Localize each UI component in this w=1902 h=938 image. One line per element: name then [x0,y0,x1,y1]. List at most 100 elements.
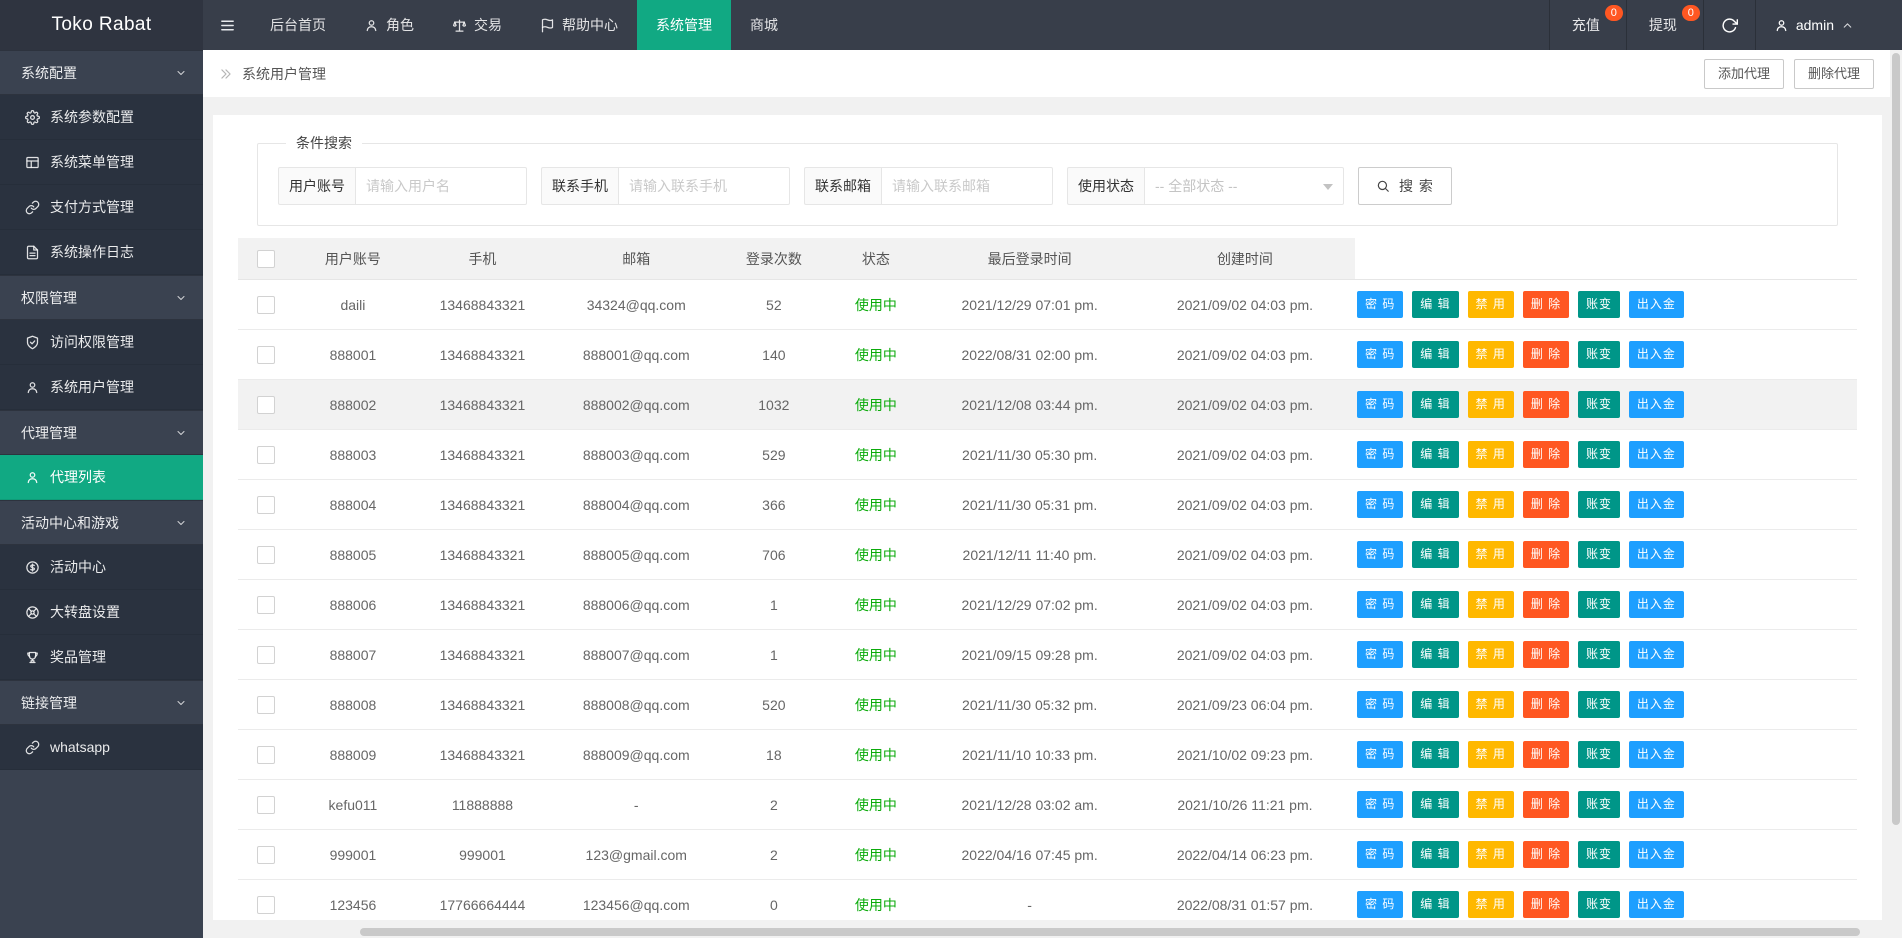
sidebar-item[interactable]: 系统菜单管理 [0,140,203,185]
status-select[interactable]: -- 全部状态 -- [1144,167,1344,205]
delete-button[interactable]: 删 除 [1523,791,1569,818]
password-button[interactable]: 密 码 [1357,441,1403,468]
password-button[interactable]: 密 码 [1357,391,1403,418]
edit-button[interactable]: 编 辑 [1412,641,1458,668]
password-button[interactable]: 密 码 [1357,891,1403,918]
edit-button[interactable]: 编 辑 [1412,291,1458,318]
password-button[interactable]: 密 码 [1357,691,1403,718]
password-button[interactable]: 密 码 [1357,541,1403,568]
funds-in-out-button[interactable]: 出入金 [1629,591,1684,618]
disable-button[interactable]: 禁 用 [1468,391,1514,418]
sidebar-item[interactable]: 系统配置 [0,50,203,95]
row-checkbox[interactable] [257,646,275,664]
sidebar-item[interactable]: 代理列表 [0,455,203,500]
funds-in-out-button[interactable]: 出入金 [1629,691,1684,718]
disable-button[interactable]: 禁 用 [1468,891,1514,918]
balance-change-button[interactable]: 账变 [1578,341,1620,368]
edit-button[interactable]: 编 辑 [1412,591,1458,618]
funds-in-out-button[interactable]: 出入金 [1629,541,1684,568]
edit-button[interactable]: 编 辑 [1412,441,1458,468]
edit-button[interactable]: 编 辑 [1412,391,1458,418]
row-checkbox[interactable] [257,446,275,464]
nav-item[interactable]: 后台首页 [251,0,345,50]
delete-button[interactable]: 删 除 [1523,891,1569,918]
row-checkbox[interactable] [257,746,275,764]
balance-change-button[interactable]: 账变 [1578,841,1620,868]
horizontal-scrollbar-thumb[interactable] [360,928,1860,936]
password-button[interactable]: 密 码 [1357,291,1403,318]
row-checkbox[interactable] [257,796,275,814]
delete-button[interactable]: 删 除 [1523,641,1569,668]
funds-in-out-button[interactable]: 出入金 [1629,841,1684,868]
password-button[interactable]: 密 码 [1357,841,1403,868]
funds-in-out-button[interactable]: 出入金 [1629,641,1684,668]
password-button[interactable]: 密 码 [1357,341,1403,368]
nav-item[interactable]: 帮助中心 [521,0,637,50]
funds-in-out-button[interactable]: 出入金 [1629,791,1684,818]
funds-in-out-button[interactable]: 出入金 [1629,291,1684,318]
select-all-checkbox[interactable] [257,250,275,268]
row-checkbox[interactable] [257,896,275,914]
disable-button[interactable]: 禁 用 [1468,741,1514,768]
disable-button[interactable]: 禁 用 [1468,291,1514,318]
sidebar-item[interactable]: 系统参数配置 [0,95,203,140]
sidebar-item[interactable]: 系统操作日志 [0,230,203,275]
sidebar-item[interactable]: 活动中心 [0,545,203,590]
row-checkbox[interactable] [257,696,275,714]
disable-button[interactable]: 禁 用 [1468,541,1514,568]
sidebar-item[interactable]: 活动中心和游戏 [0,500,203,545]
hamburger-menu-icon[interactable] [203,0,251,50]
sidebar-item[interactable]: 大转盘设置 [0,590,203,635]
edit-button[interactable]: 编 辑 [1412,691,1458,718]
delete-button[interactable]: 删 除 [1523,341,1569,368]
delete-button[interactable]: 删 除 [1523,741,1569,768]
row-checkbox[interactable] [257,496,275,514]
balance-change-button[interactable]: 账变 [1578,891,1620,918]
password-button[interactable]: 密 码 [1357,641,1403,668]
delete-button[interactable]: 删 除 [1523,441,1569,468]
edit-button[interactable]: 编 辑 [1412,791,1458,818]
delete-button[interactable]: 删 除 [1523,491,1569,518]
row-checkbox[interactable] [257,296,275,314]
funds-in-out-button[interactable]: 出入金 [1629,391,1684,418]
search-button[interactable]: 搜 索 [1358,167,1452,205]
funds-in-out-button[interactable]: 出入金 [1629,491,1684,518]
row-checkbox[interactable] [257,546,275,564]
balance-change-button[interactable]: 账变 [1578,541,1620,568]
row-checkbox[interactable] [257,596,275,614]
funds-in-out-button[interactable]: 出入金 [1629,891,1684,918]
balance-change-button[interactable]: 账变 [1578,591,1620,618]
disable-button[interactable]: 禁 用 [1468,591,1514,618]
balance-change-button[interactable]: 账变 [1578,691,1620,718]
sidebar-item[interactable]: 访问权限管理 [0,320,203,365]
password-button[interactable]: 密 码 [1357,791,1403,818]
row-checkbox[interactable] [257,346,275,364]
balance-change-button[interactable]: 账变 [1578,391,1620,418]
balance-change-button[interactable]: 账变 [1578,741,1620,768]
row-checkbox[interactable] [257,396,275,414]
disable-button[interactable]: 禁 用 [1468,791,1514,818]
password-button[interactable]: 密 码 [1357,591,1403,618]
funds-in-out-button[interactable]: 出入金 [1629,441,1684,468]
delete-button[interactable]: 删 除 [1523,841,1569,868]
nav-item[interactable]: 交易 [433,0,521,50]
funds-in-out-button[interactable]: 出入金 [1629,741,1684,768]
edit-button[interactable]: 编 辑 [1412,891,1458,918]
sidebar-item[interactable]: 链接管理 [0,680,203,725]
balance-change-button[interactable]: 账变 [1578,641,1620,668]
delete-button[interactable]: 删 除 [1523,291,1569,318]
delete-button[interactable]: 删 除 [1523,691,1569,718]
nav-badge-item[interactable]: 充值 0 [1549,0,1626,50]
row-checkbox[interactable] [257,846,275,864]
disable-button[interactable]: 禁 用 [1468,341,1514,368]
disable-button[interactable]: 禁 用 [1468,641,1514,668]
edit-button[interactable]: 编 辑 [1412,741,1458,768]
refresh-icon[interactable] [1703,0,1755,50]
sidebar-item[interactable]: 系统用户管理 [0,365,203,410]
edit-button[interactable]: 编 辑 [1412,841,1458,868]
delete-button[interactable]: 删 除 [1523,591,1569,618]
add-agent-button[interactable]: 添加代理 [1704,59,1784,89]
nav-badge-item[interactable]: 提现 0 [1626,0,1703,50]
disable-button[interactable]: 禁 用 [1468,491,1514,518]
edit-button[interactable]: 编 辑 [1412,341,1458,368]
